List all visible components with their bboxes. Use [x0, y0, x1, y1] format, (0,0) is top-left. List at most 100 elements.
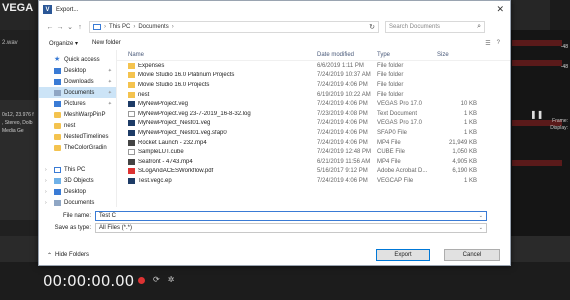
file-date: 7/24/2019 4:06 PM — [317, 101, 368, 108]
nav-item[interactable]: TheColorGradin — [39, 142, 116, 153]
new-folder-button[interactable]: New folder — [92, 40, 121, 46]
back-arrow-icon[interactable]: ← — [45, 24, 55, 31]
file-date: 7/24/2019 4:06 PM — [317, 177, 368, 184]
file-row[interactable]: nest 6/19/2019 10:22 AM File folder — [117, 90, 510, 100]
cancel-button[interactable]: Cancel — [444, 249, 500, 261]
nav-item-label: Documents — [64, 89, 95, 96]
file-row[interactable]: MyNewProject.veg 23-7-2019_16-8-32.log 7/… — [117, 109, 510, 119]
breadcrumb-documents[interactable]: Documents — [138, 24, 168, 30]
expand-chevron-icon[interactable]: › — [45, 200, 51, 206]
up-arrow-icon[interactable]: ↑ — [75, 24, 85, 31]
nav-item[interactable]: NestedTimelines — [39, 131, 116, 142]
dialog-title: Export... — [56, 6, 79, 13]
column-header-date[interactable]: Date modified — [317, 52, 377, 58]
export-button[interactable]: Export — [376, 249, 430, 261]
pin-icon[interactable]: ✦ — [108, 68, 112, 74]
search-icon[interactable]: ⌕ — [477, 23, 481, 31]
nav-item[interactable]: Desktop ✦ — [39, 65, 116, 76]
file-row[interactable]: MyNewProject_Nest01.veg.sfap0 7/24/2019 4… — [117, 128, 510, 138]
nav-item[interactable]: Pictures ✦ — [39, 98, 116, 109]
loop-icon[interactable]: ⟳ — [153, 276, 160, 284]
hide-folders-button[interactable]: ⌃ Hide Folders — [47, 252, 89, 259]
file-form: File name: Test C ⌄ Save as type: All Fi… — [39, 210, 510, 234]
file-row[interactable]: SampleLUT.cube 7/24/2019 12:48 PM CUBE Fil… — [117, 147, 510, 157]
background-media-info-panel: 0x12, 23.976 f , Stereo, Dolb Media Ge — [0, 100, 40, 220]
address-bar[interactable]: › This PC › Documents › ↻ — [89, 21, 379, 33]
nav-item[interactable]: › Documents — [39, 197, 116, 207]
nav-item[interactable]: › 3D Objects — [39, 175, 116, 186]
help-icon[interactable]: ? — [497, 40, 500, 47]
transport-controls: ⟳ ✲ — [138, 276, 174, 284]
search-box[interactable]: Search Documents ⌕ — [385, 21, 485, 33]
library-folder-icon — [54, 78, 61, 85]
organize-button[interactable]: Organize ▾ — [49, 40, 78, 47]
file-row[interactable]: Seafront - 4743.mp4 6/21/2019 11:56 AM MP4… — [117, 157, 510, 167]
file-name: MyNewProject_Nest01.veg.sfap0 — [138, 129, 227, 136]
saveas-type-value: All Files (*.*) — [99, 225, 133, 231]
chevron-down-icon[interactable]: ⌄ — [479, 225, 483, 231]
expand-chevron-icon[interactable]: › — [45, 167, 51, 173]
quick-access-star-icon: ★ — [54, 55, 61, 63]
breadcrumb-this-pc[interactable]: This PC — [109, 24, 130, 30]
file-row[interactable]: Movie Studio 16.0 Platinum Projects 7/24/… — [117, 71, 510, 81]
file-name: Expenses — [138, 62, 165, 69]
close-icon[interactable]: ✕ — [496, 4, 504, 15]
chevron-down-icon[interactable]: ⌄ — [479, 213, 483, 219]
file-list: Expenses 6/6/2019 1:11 PM File folder Movie… — [117, 61, 510, 186]
file-name-cell: MyNewProject.veg — [117, 101, 317, 108]
file-row[interactable]: MyNewProject_Nest01.veg 7/24/2019 4:06 PM… — [117, 119, 510, 129]
forward-arrow-icon[interactable]: → — [55, 24, 65, 31]
background-window-close[interactable] — [550, 0, 570, 30]
file-row[interactable]: Expenses 6/6/2019 1:11 PM File folder — [117, 61, 510, 71]
file-type: Text Document — [377, 110, 418, 117]
column-header-name[interactable]: Name — [117, 52, 317, 58]
nav-item[interactable]: Documents ✦ — [39, 87, 116, 98]
vegas-file-icon — [128, 101, 135, 108]
file-name-cell: SampleLUT.cube — [117, 149, 317, 156]
recent-locations-chevron-icon[interactable]: ⌄ — [65, 23, 75, 31]
file-size: 1 KB — [463, 177, 477, 184]
file-type: SFAP0 File — [377, 129, 408, 136]
file-row[interactable]: Test.vegc.ep 7/24/2019 4:06 PM VEGCAP File… — [117, 176, 510, 186]
documents-icon — [54, 199, 61, 206]
nav-item[interactable]: ★ Quick access — [39, 54, 116, 65]
file-type: MP4 File — [377, 158, 401, 165]
video-file-icon — [128, 158, 135, 165]
change-view-icon[interactable]: ☰ — [485, 40, 490, 47]
nav-item[interactable]: MeshWarpPinP — [39, 109, 116, 120]
navigation-pane[interactable]: ★ Quick access Desktop ✦ Downloads ✦ Documents… — [39, 50, 117, 207]
media-info-line: , Stereo, Dolb — [2, 120, 33, 126]
file-name: nest — [138, 91, 150, 98]
file-name: Test.vegc.ep — [138, 177, 172, 184]
pin-icon[interactable]: ✦ — [108, 101, 112, 107]
expand-chevron-icon[interactable]: › — [45, 189, 51, 195]
file-row[interactable]: Rocket Launch - 232.mp4 7/24/2019 4:06 PM… — [117, 138, 510, 148]
media-info-line: Media Ge — [2, 128, 24, 134]
file-row[interactable]: Movie Studio 16.0 Projects 7/24/2019 4:06… — [117, 80, 510, 90]
nav-item-label: Desktop — [64, 67, 87, 74]
refresh-icon[interactable]: ↻ — [369, 23, 375, 31]
saveas-type-select[interactable]: All Files (*.*) ⌄ — [95, 223, 487, 233]
nav-item[interactable]: Downloads ✦ — [39, 76, 116, 87]
nav-item[interactable]: › This PC — [39, 164, 116, 175]
pause-icon[interactable]: ❚❚ — [530, 110, 543, 119]
nav-item[interactable]: › Desktop — [39, 186, 116, 197]
pin-icon[interactable]: ✦ — [108, 90, 112, 96]
settings-gear-icon[interactable]: ✲ — [168, 276, 175, 284]
nav-item[interactable]: nest — [39, 120, 116, 131]
search-input[interactable]: Search Documents — [389, 24, 440, 30]
background-app-title: VEGA — [2, 2, 34, 14]
column-header-size[interactable]: Size — [437, 52, 487, 58]
file-name-cell: Expenses — [117, 62, 317, 69]
file-size: 1,050 KB — [452, 149, 477, 156]
expand-chevron-icon[interactable]: › — [45, 178, 51, 184]
pin-icon[interactable]: ✦ — [108, 79, 112, 85]
file-row[interactable]: SLogAndACESWorkflow.pdf 5/16/2017 9:12 PM… — [117, 167, 510, 177]
column-header-type[interactable]: Type — [377, 52, 437, 58]
filename-input[interactable]: Test C ⌄ — [95, 211, 487, 221]
dialog-footer: ⌃ Hide Folders Export Cancel — [39, 246, 510, 264]
cube-icon — [54, 177, 61, 184]
file-row[interactable]: MyNewProject.veg 7/24/2019 4:06 PM VEGAS P… — [117, 99, 510, 109]
folder-icon — [128, 62, 135, 69]
record-icon[interactable] — [138, 276, 145, 284]
